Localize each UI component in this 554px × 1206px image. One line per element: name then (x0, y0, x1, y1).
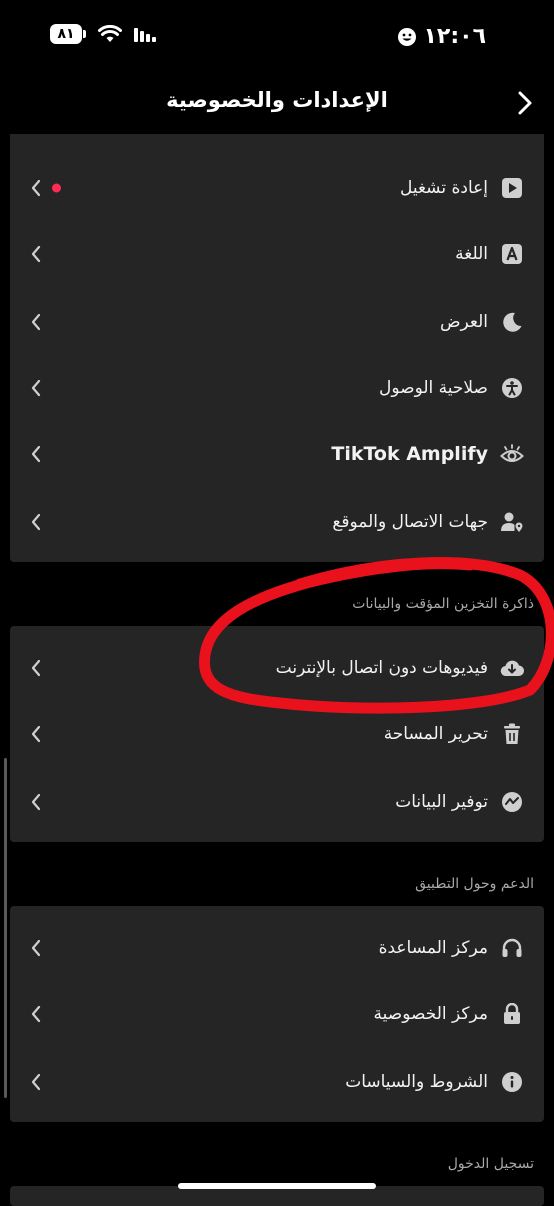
chevron-left-icon (28, 792, 44, 812)
chevron-right-icon (518, 91, 532, 115)
back-button[interactable] (512, 88, 538, 118)
list-item-display[interactable]: العرض (10, 294, 544, 350)
settings-card-general: إعادة تشغيل اللغة العرض صلاحية الوصول Ti… (10, 134, 544, 562)
list-item-label: مركز الخصوصية (373, 1004, 488, 1024)
list-item-label: مركز المساعدة (378, 938, 488, 958)
list-item-label: توفير البيانات (395, 792, 488, 812)
list-item-privacy-center[interactable]: مركز الخصوصية (10, 986, 544, 1042)
status-time: ١٢:٠٦ (423, 24, 486, 49)
headphones-icon (500, 936, 524, 960)
list-item-terms-policies[interactable]: الشروط والسياسات (10, 1054, 544, 1110)
list-item-label: الشروط والسياسات (345, 1072, 488, 1092)
settings-card-login (10, 1186, 544, 1206)
list-item-label: العرض (439, 312, 488, 332)
chevron-left-icon (28, 312, 44, 332)
header: الإعدادات والخصوصية (0, 70, 554, 134)
settings-card-cache: فيديوهات دون اتصال بالإنترنت تحرير المسا… (10, 626, 544, 842)
list-item-replay[interactable]: إعادة تشغيل (10, 160, 544, 216)
list-item-contacts-location[interactable]: جهات الاتصال والموقع (10, 494, 544, 550)
list-item-data-saver[interactable]: توفير البيانات (10, 774, 544, 830)
info-icon (500, 1070, 524, 1094)
smiley-icon (398, 27, 417, 46)
list-item-tiktok-amplify[interactable]: TikTok Amplify (10, 426, 544, 482)
list-item-label: صلاحية الوصول (379, 378, 488, 398)
list-item-label: اللغة (455, 244, 488, 264)
list-item-label: فيديوهات دون اتصال بالإنترنت (275, 658, 488, 678)
data-saver-icon (500, 790, 524, 814)
section-title-login: تسجيل الدخول (447, 1156, 534, 1172)
list-item-label: TikTok Amplify (331, 443, 488, 465)
notification-dot (52, 183, 61, 193)
list-item-label: إعادة تشغيل (399, 178, 488, 198)
battery-icon: ٨١ (50, 24, 86, 44)
list-item-help-center[interactable]: مركز المساعدة (10, 920, 544, 976)
chevron-left-icon (28, 1072, 44, 1092)
status-time-group: ١٢:٠٦ (397, 24, 486, 49)
chevron-left-icon (28, 1004, 44, 1024)
accessibility-icon (500, 376, 524, 400)
status-indicators: ٨١ (50, 24, 156, 44)
list-item-offline-videos[interactable]: فيديوهات دون اتصال بالإنترنت (10, 640, 544, 696)
list-item-free-up-space[interactable]: تحرير المساحة (10, 706, 544, 762)
settings-card-support: مركز المساعدة مركز الخصوصية الشروط والسي… (10, 906, 544, 1122)
battery-level: ٨١ (50, 24, 82, 44)
letter-a-square-icon (500, 242, 524, 266)
status-bar: ٨١ ١٢:٠٦ (0, 0, 554, 70)
page-title: الإعدادات والخصوصية (166, 88, 388, 112)
section-title-cache: ذاكرة التخزين المؤقت والبيانات (352, 596, 534, 612)
list-item-accessibility[interactable]: صلاحية الوصول (10, 360, 544, 416)
chevron-left-icon (28, 658, 44, 678)
scrollbar[interactable] (4, 758, 7, 1098)
cloud-download-icon (500, 656, 524, 680)
lock-icon (500, 1002, 524, 1026)
play-square-icon (500, 176, 524, 200)
chevron-left-icon (28, 378, 44, 398)
chevron-left-icon (28, 178, 44, 198)
chevron-left-icon (28, 938, 44, 958)
list-item-label: جهات الاتصال والموقع (332, 512, 488, 532)
eye-icon (500, 442, 524, 466)
list-item-label: تحرير المساحة (383, 724, 488, 744)
section-title-support: الدعم وحول التطبيق (415, 876, 534, 892)
list-item-language[interactable]: اللغة (10, 226, 544, 282)
trash-icon (500, 722, 524, 746)
wifi-icon (98, 25, 122, 42)
signal-icon (134, 28, 156, 42)
chevron-left-icon (28, 444, 44, 464)
chevron-left-icon (28, 724, 44, 744)
chevron-left-icon (28, 244, 44, 264)
moon-icon (500, 310, 524, 334)
home-indicator[interactable] (178, 1183, 376, 1189)
chevron-left-icon (28, 512, 44, 532)
user-location-icon (500, 510, 524, 534)
